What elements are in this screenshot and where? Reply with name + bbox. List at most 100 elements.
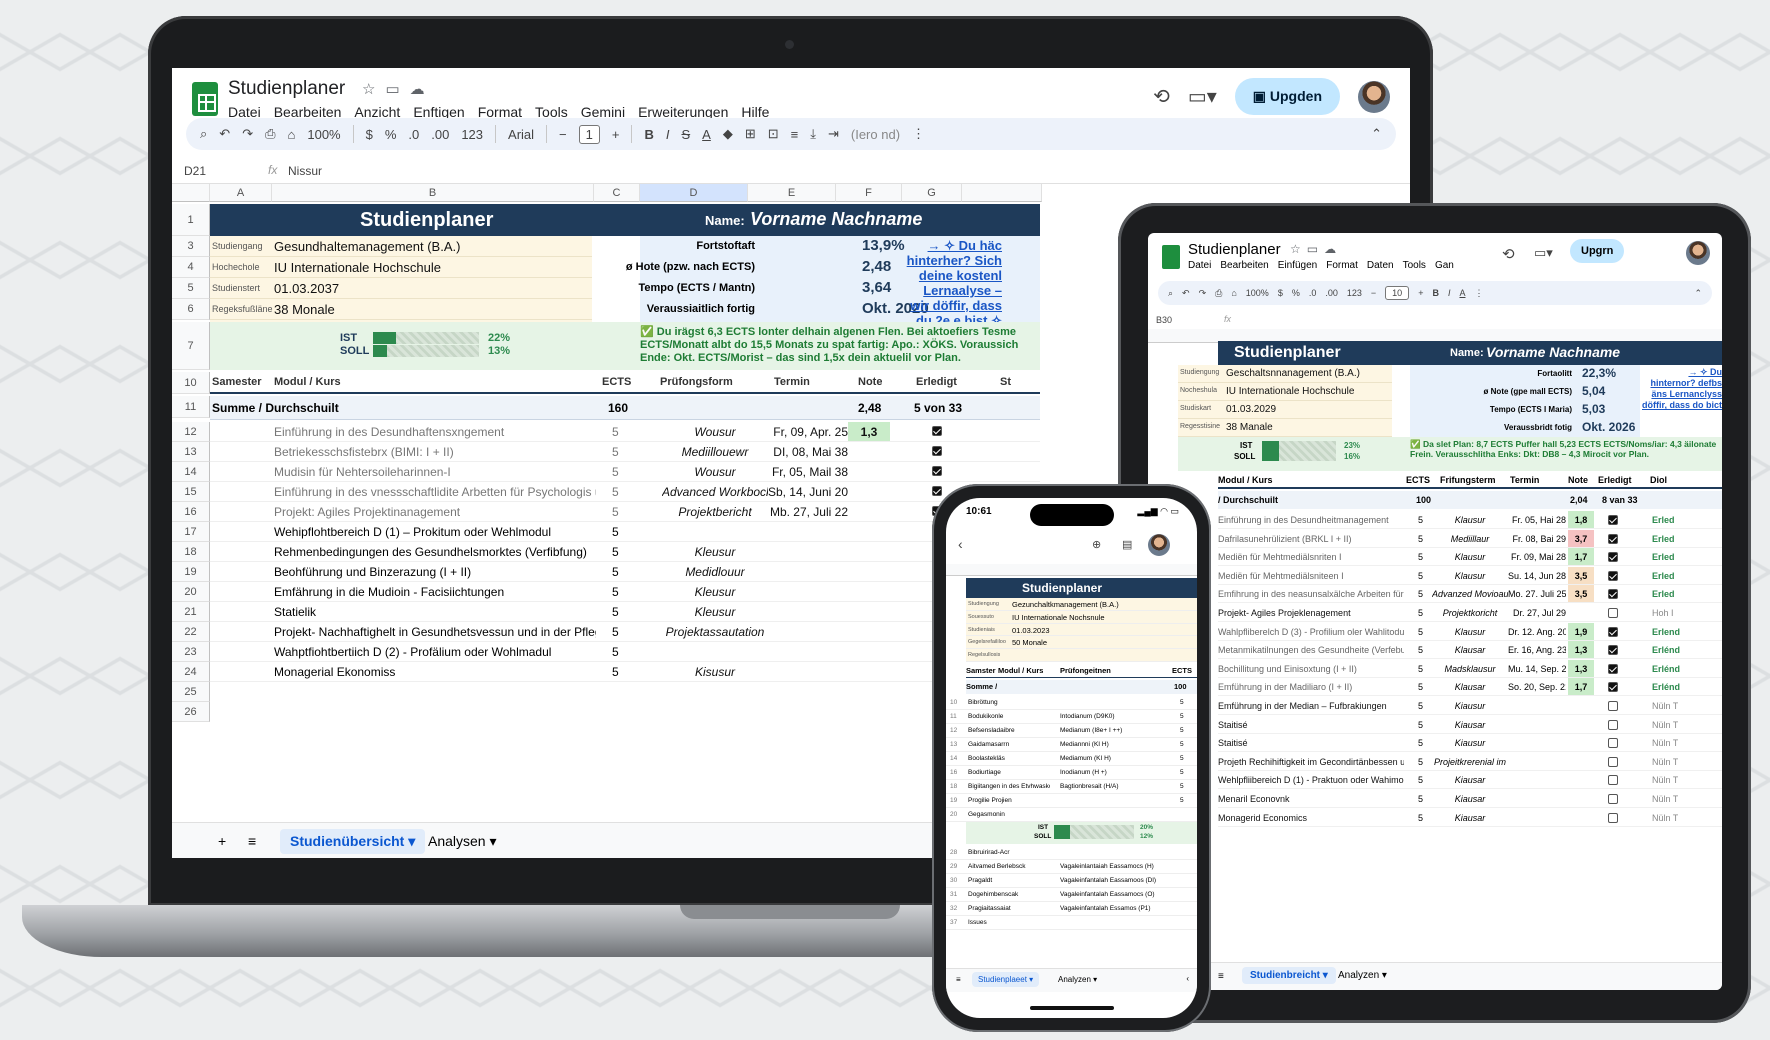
header-status[interactable]: St — [1000, 376, 1011, 388]
done-checkbox[interactable] — [1608, 812, 1618, 823]
print-icon[interactable]: ⎙ — [1215, 288, 1222, 299]
print-icon[interactable]: ⎙ — [265, 126, 275, 142]
row-number[interactable]: 25 — [172, 682, 210, 702]
done-checkbox[interactable] — [1608, 552, 1618, 563]
row-number[interactable]: 11 — [172, 396, 210, 418]
column-header[interactable]: E — [748, 184, 836, 202]
table-row[interactable]: Menaril Econovnk 5 Kiausar Nüln T — [1218, 790, 1722, 808]
italic-icon[interactable]: I — [666, 127, 670, 142]
borders-icon[interactable]: ⊞ — [745, 126, 756, 142]
collapse-icon[interactable]: ‹ — [1186, 974, 1189, 983]
decrease-decimal-button[interactable]: .0 — [1309, 288, 1317, 298]
row-number[interactable]: 7 — [172, 322, 210, 370]
table-row[interactable]: 29 Aitvamed Berlebsck Vagaleinlantaiah Eas… — [946, 860, 1197, 874]
table-row[interactable]: 28 Bibruirirad-Acr — [946, 846, 1197, 860]
table-row[interactable]: Rehmenbedingungen des Gesundhelsmorktes … — [210, 542, 1040, 562]
menu-item[interactable]: Tools — [1403, 260, 1426, 271]
increase-decimal-button[interactable]: .00 — [1325, 288, 1338, 298]
table-row[interactable]: Betriekesschsfistebrx (BIMI: I + II) 5 Med… — [210, 442, 1040, 462]
search-icon[interactable]: ⌕ — [1168, 288, 1173, 299]
header-ects[interactable]: ECTS — [1172, 666, 1192, 675]
undo-icon[interactable]: ↶ — [1182, 288, 1190, 299]
done-checkbox[interactable] — [932, 466, 942, 476]
header-status[interactable]: Diol — [1650, 475, 1667, 485]
redo-icon[interactable]: ↷ — [1199, 288, 1207, 299]
valign-icon[interactable]: ⤓ — [810, 126, 816, 142]
row-number[interactable]: 6 — [172, 299, 210, 320]
menu-item[interactable]: Gan — [1435, 260, 1454, 271]
table-row[interactable]: 14 Boolastekläs Mediamum (KI H) 5 — [946, 752, 1197, 766]
header-modul[interactable]: Modul / Kurs — [274, 376, 341, 388]
percent-button[interactable]: % — [385, 127, 397, 142]
header-semester[interactable]: Samster — [966, 666, 996, 675]
row-number[interactable]: 14 — [172, 462, 210, 482]
formula-input[interactable]: Nissur — [288, 164, 322, 178]
header-ects[interactable]: ECTS — [1406, 475, 1430, 485]
table-row[interactable]: 32 Pragiaitassaiat Vagaleinfantalah Essamo… — [946, 902, 1197, 916]
name-box[interactable]: D21 — [184, 164, 206, 178]
table-row[interactable]: Metanmikatilnungen des Gesundheite (Verf… — [1218, 641, 1722, 660]
back-icon[interactable]: ‹ — [958, 536, 963, 552]
done-checkbox[interactable] — [1608, 682, 1618, 693]
column-header[interactable]: B — [272, 184, 594, 202]
zoom-select[interactable]: 100% — [1246, 288, 1269, 298]
row-number[interactable]: 12 — [172, 422, 210, 442]
header-pruefung[interactable]: Prüfongeitnen — [1060, 666, 1111, 675]
header-termin[interactable]: Termin — [1510, 475, 1539, 485]
done-checkbox[interactable] — [932, 486, 942, 496]
row-number[interactable]: 22 — [172, 622, 210, 642]
table-row[interactable]: Statielik 5 Kleusur — [210, 602, 1040, 622]
merge-icon[interactable]: ⊡ — [768, 126, 779, 142]
learning-analysis-link[interactable]: → ✧ Du häc hinterher? Sich deine kostenl… — [902, 238, 1002, 328]
info-value[interactable]: 01.03.2029 — [1226, 404, 1276, 415]
paint-format-icon[interactable]: ⌂ — [288, 127, 296, 142]
add-person-icon[interactable]: ⊕ — [1092, 538, 1101, 551]
share-button[interactable]: ▣ Upgden — [1234, 78, 1340, 115]
name-box[interactable]: B30 — [1156, 315, 1172, 325]
menu-item[interactable]: Datei — [1188, 260, 1211, 271]
menu-item[interactable]: Einfügen — [1278, 260, 1317, 271]
table-row[interactable]: 19 Progilie Projien 5 — [946, 794, 1197, 808]
done-checkbox[interactable] — [1608, 533, 1618, 544]
currency-button[interactable]: $ — [1278, 288, 1283, 298]
sheet-list-button[interactable]: ≡ — [956, 975, 961, 984]
sheets-logo-icon[interactable] — [1162, 245, 1180, 269]
history-icon[interactable]: ⟲ — [1153, 84, 1170, 109]
info-value[interactable]: 50 Monale — [1012, 638, 1047, 647]
plus-icon[interactable]: + — [1418, 288, 1423, 298]
table-row[interactable]: Wahptfiohtbertiich D (2) - Profälium ode… — [210, 642, 1040, 662]
zoom-select[interactable]: 100% — [307, 127, 340, 142]
minus-icon[interactable]: − — [1371, 288, 1376, 298]
table-row[interactable]: Dafrilasunehrülizient (BRKL I + II) 5 Medi… — [1218, 529, 1722, 548]
table-row[interactable]: Einführung in des Desundhaftensxngement 5… — [210, 422, 1040, 442]
column-header[interactable] — [962, 184, 1042, 202]
menu-item[interactable]: Daten — [1367, 260, 1394, 271]
info-value[interactable]: Geschaltsnnanagement (B.A.) — [1226, 368, 1360, 379]
share-button[interactable]: Upgrn — [1570, 239, 1625, 263]
corner-cell[interactable] — [172, 184, 210, 202]
header-pruefung[interactable]: Frifungsterm — [1440, 475, 1496, 485]
row-number[interactable]: 20 — [172, 582, 210, 602]
row-number[interactable]: 16 — [172, 502, 210, 522]
tab-analyzen[interactable]: Analyzen ▾ — [1058, 975, 1097, 984]
comment-icon[interactable]: ▤ — [1122, 538, 1132, 551]
info-value[interactable]: 01.03.2037 — [274, 281, 339, 296]
done-checkbox[interactable] — [1608, 756, 1618, 767]
header-ects[interactable]: ECTS — [602, 376, 631, 388]
align-icon[interactable]: ≡ — [791, 127, 799, 142]
table-row[interactable]: 13 Gaidamasarrn Mediannni (KI H) 5 — [946, 738, 1197, 752]
info-value[interactable]: IU Internationale Hochschule — [1226, 386, 1354, 397]
table-row[interactable]: Staitisé 5 Kiausar Nüln T — [1218, 716, 1722, 734]
column-header[interactable]: C — [594, 184, 640, 202]
done-checkbox[interactable] — [1608, 719, 1618, 730]
header-erledigt[interactable]: Erledigt — [916, 376, 957, 388]
learning-analysis-link[interactable]: → ✧ Du hinternor? defbs äns Lernanclyss … — [1642, 367, 1722, 411]
tab-analysen[interactable]: Analysen ▾ — [418, 829, 507, 854]
done-checkbox[interactable] — [932, 426, 942, 436]
table-row[interactable]: Projekt- Nachhaftighelt in Gesundhetsves… — [210, 622, 1040, 642]
table-row[interactable]: 18 Bigiitangen in des Etvhwaskolio Daycho… — [946, 780, 1197, 794]
star-icon[interactable]: ☆ — [362, 81, 385, 98]
row-number[interactable]: 10 — [172, 372, 210, 394]
name-value[interactable]: Vorname Nachname — [750, 209, 922, 230]
row-number[interactable]: 5 — [172, 278, 210, 299]
